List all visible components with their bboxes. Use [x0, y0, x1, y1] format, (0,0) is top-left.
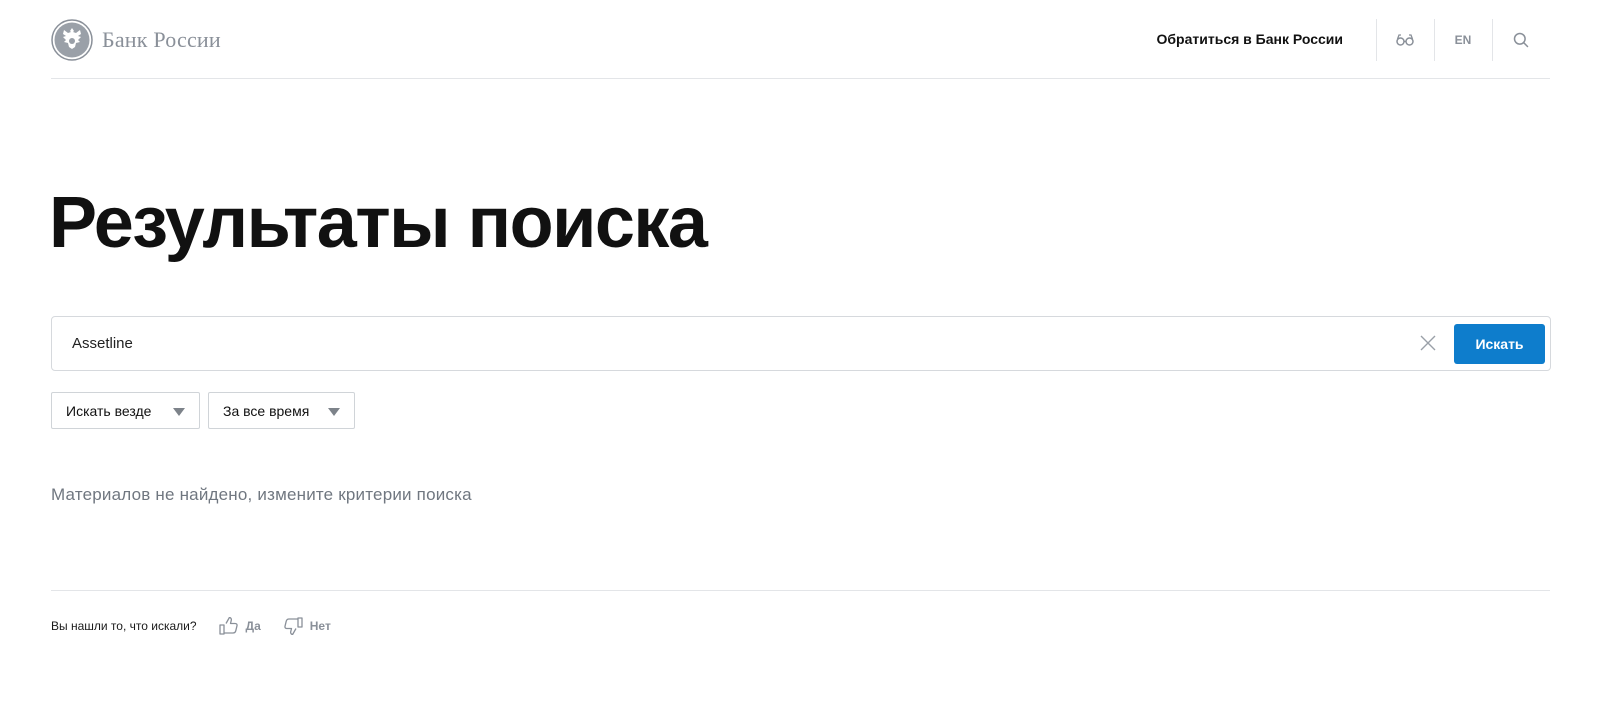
feedback-no-button[interactable]: Нет: [283, 617, 331, 635]
search-icon: [1513, 32, 1529, 48]
feedback-yes-button[interactable]: Да: [218, 617, 261, 635]
period-dropdown-value: За все время: [223, 402, 310, 419]
scope-dropdown-value: Искать везде: [66, 402, 152, 419]
thumbs-up-icon: [218, 617, 238, 635]
search-form: Искать: [51, 316, 1551, 371]
period-dropdown[interactable]: За все время: [208, 392, 355, 429]
language-switch[interactable]: EN: [1435, 20, 1491, 60]
no-results-message: Материалов не найдено, измените критерии…: [51, 485, 472, 504]
feedback-bar: Вы нашли то, что искали? Да Нет: [51, 617, 331, 635]
language-label: EN: [1454, 33, 1472, 47]
glasses-icon: [1396, 34, 1414, 46]
logo-text: Банк России: [102, 27, 221, 52]
caret-down-icon: [328, 408, 340, 416]
content-divider: [51, 590, 1550, 591]
page-title: Результаты поиска: [49, 183, 708, 263]
search-input[interactable]: [72, 317, 1372, 370]
search-submit-button[interactable]: Искать: [1454, 324, 1545, 364]
logo-link[interactable]: Банк России: [51, 19, 221, 61]
accessibility-button[interactable]: [1377, 20, 1433, 60]
feedback-question: Вы нашли то, что искали?: [51, 619, 197, 633]
feedback-no-label: Нет: [309, 619, 331, 633]
site-header: Банк России Обратиться в Банк России EN: [51, 0, 1550, 79]
feedback-yes-label: Да: [245, 619, 261, 633]
contact-bank-link[interactable]: Обратиться в Банк России: [1157, 31, 1343, 47]
close-icon[interactable]: [1418, 333, 1438, 353]
thumbs-down-icon: [284, 617, 303, 635]
header-search-button[interactable]: [1493, 20, 1549, 60]
bank-emblem-icon: [51, 19, 93, 61]
scope-dropdown[interactable]: Искать везде: [51, 392, 200, 429]
caret-down-icon: [173, 408, 185, 416]
